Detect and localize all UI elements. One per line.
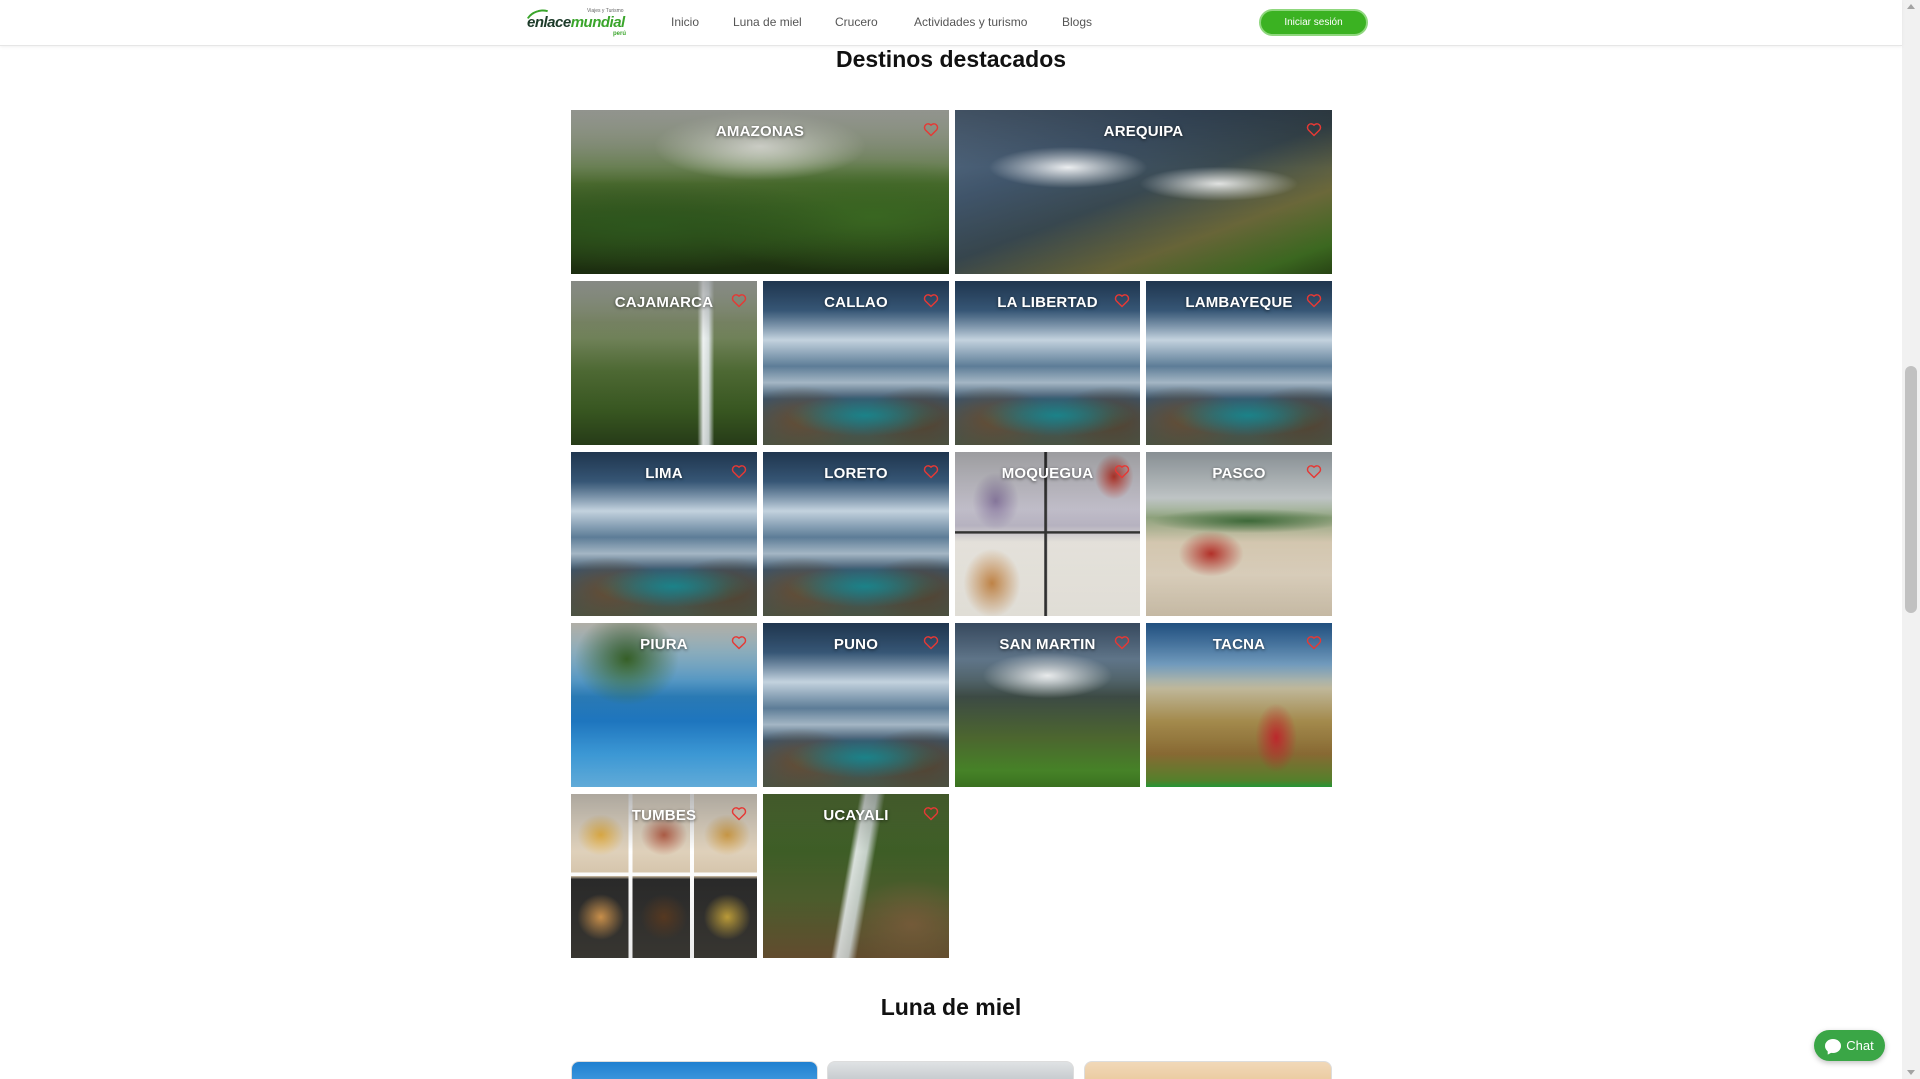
destination-name: PIURA <box>640 636 688 653</box>
destination-card-moquegua[interactable]: MOQUEGUA <box>955 452 1140 616</box>
chat-bubble-icon <box>1825 1038 1842 1053</box>
destination-card-san-martin[interactable]: SAN MARTIN <box>955 623 1140 787</box>
login-button[interactable]: Iniciar sesión <box>1259 9 1368 36</box>
heart-icon[interactable] <box>1306 122 1322 137</box>
destination-name: AREQUIPA <box>1103 123 1184 140</box>
heart-icon[interactable] <box>1114 464 1130 479</box>
honeymoon-card[interactable] <box>1084 1061 1332 1079</box>
destination-name: SAN MARTIN <box>999 636 1096 653</box>
scroll-up-icon[interactable] <box>1907 4 1915 9</box>
destination-card-la-libertad[interactable]: LA LIBERTAD <box>955 281 1140 445</box>
destination-name: LIMA <box>645 465 683 482</box>
destination-card-arequipa[interactable]: AREQUIPA <box>955 110 1332 274</box>
logo-wordmark-accent: mundial <box>570 14 626 31</box>
destination-name: MOQUEGUA <box>1001 465 1094 482</box>
scroll-down-icon[interactable] <box>1907 1070 1915 1075</box>
destination-card-ucayali[interactable]: UCAYALI <box>763 794 949 958</box>
destination-name: LORETO <box>824 465 888 482</box>
destination-name: CALLAO <box>824 294 888 311</box>
logo-wordmark: enlacemundial <box>527 14 625 31</box>
logo-wordmark-part: enlace <box>527 14 571 31</box>
destination-card-loreto[interactable]: LORETO <box>763 452 949 616</box>
heart-icon[interactable] <box>923 464 939 479</box>
heart-icon[interactable] <box>1306 635 1322 650</box>
heart-icon[interactable] <box>731 293 747 308</box>
nav-item-inicio[interactable]: Inicio <box>671 15 699 29</box>
chat-label: Chat <box>1846 1038 1874 1053</box>
destination-card-puno[interactable]: PUNO <box>763 623 949 787</box>
nav-item-blogs[interactable]: Blogs <box>1062 15 1092 29</box>
heart-icon[interactable] <box>1306 464 1322 479</box>
heart-icon[interactable] <box>923 635 939 650</box>
heart-icon[interactable] <box>923 806 939 821</box>
page-scrollbar[interactable] <box>1902 0 1920 1079</box>
destination-name: PUNO <box>833 636 879 653</box>
destination-card-lima[interactable]: LIMA <box>571 452 757 616</box>
destination-card-pasco[interactable]: PASCO <box>1146 452 1332 616</box>
honeymoon-card[interactable] <box>571 1061 818 1079</box>
destination-card-callao[interactable]: CALLAO <box>763 281 949 445</box>
heart-icon[interactable] <box>731 806 747 821</box>
heart-icon[interactable] <box>923 122 939 137</box>
honeymoon-section-title: Luna de miel <box>880 994 1022 1020</box>
destination-card-amazonas[interactable]: AMAZONAS <box>571 110 949 274</box>
nav-item-actividades[interactable]: Actividades y turismo <box>914 15 1027 29</box>
heart-icon[interactable] <box>731 464 747 479</box>
destination-card-piura[interactable]: PIURA <box>571 623 757 787</box>
heart-icon[interactable] <box>1114 293 1130 308</box>
featured-destinations-title: Destinos destacados <box>835 46 1067 72</box>
destination-card-tacna[interactable]: TACNA <box>1146 623 1332 787</box>
enlace-mundial-logo[interactable]: Viajes y Turismo enlacemundial perú <box>522 5 631 38</box>
nav-item-luna-de-miel[interactable]: Luna de miel <box>733 15 802 29</box>
nav-item-crucero[interactable]: Crucero <box>835 15 878 29</box>
honeymoon-card[interactable] <box>827 1061 1074 1079</box>
destination-name: UCAYALI <box>823 807 889 824</box>
destination-name: LA LIBERTAD <box>997 294 1098 311</box>
destination-card-cajamarca[interactable]: CAJAMARCA <box>571 281 757 445</box>
destination-name: TACNA <box>1212 636 1266 653</box>
heart-icon[interactable] <box>1306 293 1322 308</box>
chat-button[interactable]: Chat <box>1814 1030 1885 1061</box>
site-header: Viajes y Turismo enlacemundial perú Inic… <box>0 0 1902 46</box>
logo-country: perú <box>613 31 627 37</box>
destination-name: TUMBES <box>631 807 697 824</box>
heart-icon[interactable] <box>1114 635 1130 650</box>
destination-card-lambayeque[interactable]: LAMBAYEQUE <box>1146 281 1332 445</box>
destination-card-tumbes[interactable]: TUMBES <box>571 794 757 958</box>
destination-name: AMAZONAS <box>715 123 805 140</box>
scroll-thumb[interactable] <box>1905 366 1917 613</box>
destination-name: PASCO <box>1212 465 1266 482</box>
heart-icon[interactable] <box>731 635 747 650</box>
destination-name: CAJAMARCA <box>614 294 714 311</box>
destination-name: LAMBAYEQUE <box>1185 294 1293 311</box>
heart-icon[interactable] <box>923 293 939 308</box>
